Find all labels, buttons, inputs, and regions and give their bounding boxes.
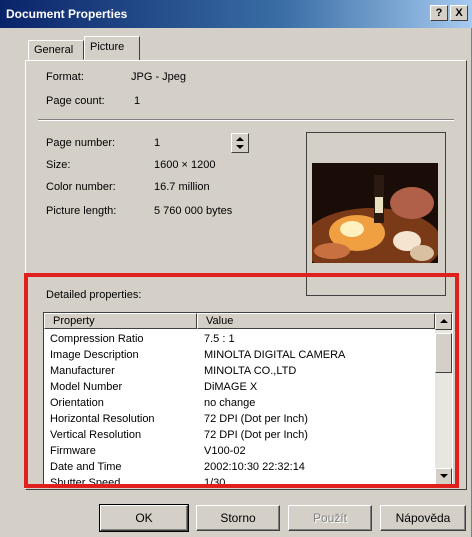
tab-picture[interactable]: Picture [84, 36, 140, 60]
page-count-label: Page count: [46, 95, 105, 107]
highlight-box [24, 273, 459, 488]
tab-general[interactable]: General [28, 40, 84, 60]
spin-up-icon[interactable] [236, 137, 244, 141]
page-count-value: 1 [134, 95, 141, 107]
format-label: Format: [46, 71, 84, 83]
page-number-value: 1 [154, 137, 161, 149]
title-bar[interactable]: Document Properties ? X [0, 0, 472, 28]
page-number-spinner[interactable] [231, 133, 249, 153]
color-number-label: Color number: [46, 181, 116, 193]
apply-button[interactable]: Použít [288, 505, 372, 531]
page-number-label: Page number: [46, 137, 116, 149]
format-value: JPG - Jpeg [131, 71, 187, 83]
document-properties-dialog: Document Properties ? X General Picture … [0, 0, 472, 537]
cancel-button[interactable]: Storno [196, 505, 280, 531]
thumbnail-frame [306, 132, 446, 296]
picture-length-value: 5 760 000 bytes [154, 205, 233, 217]
separator [38, 119, 454, 121]
window-title: Document Properties [6, 7, 128, 21]
size-value: 1600 × 1200 [154, 159, 216, 171]
size-label: Size: [46, 159, 71, 171]
picture-thumbnail [312, 163, 438, 263]
spin-down-icon[interactable] [236, 145, 244, 149]
close-button[interactable]: X [450, 5, 468, 21]
color-number-value: 16.7 million [154, 181, 210, 193]
help-title-button[interactable]: ? [430, 5, 448, 21]
ok-button[interactable]: OK [99, 504, 189, 532]
picture-length-label: Picture length: [46, 205, 117, 217]
help-button[interactable]: Nápověda [380, 505, 466, 531]
